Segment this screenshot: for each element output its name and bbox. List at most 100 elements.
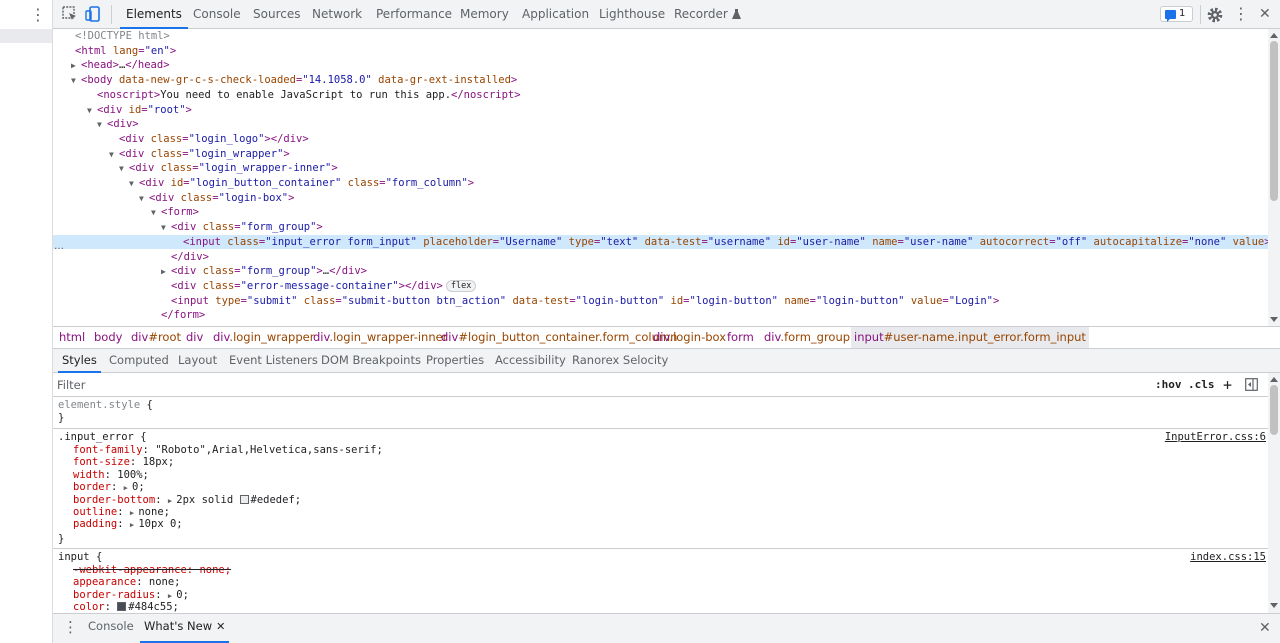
css-prop-name[interactable]: padding <box>73 518 117 530</box>
css-prop-value[interactable]: 0; <box>132 481 145 493</box>
dom-node[interactable]: ▼ <div id="root"> <box>53 103 1268 118</box>
dom-node[interactable]: ▼ <div class="form_group"> <box>53 220 1268 235</box>
toggle-sidebar-icon[interactable] <box>1245 378 1258 391</box>
inspect-element-icon[interactable] <box>61 5 79 23</box>
breadcrumb-item[interactable]: div.login_wrapper <box>210 327 317 348</box>
close-drawer-icon[interactable]: ✕ <box>1259 619 1271 637</box>
dom-scrollbar[interactable] <box>1268 29 1280 326</box>
tab-memory[interactable]: Memory <box>454 0 515 29</box>
dom-node[interactable]: <input class="input_error form_input" pl… <box>53 234 1268 250</box>
css-prop-name[interactable]: width <box>73 469 105 481</box>
tab-recorder[interactable]: Recorder <box>668 0 747 29</box>
expand-triangle-icon[interactable]: ▼ <box>129 177 139 192</box>
css-property[interactable]: width: 100%; <box>73 469 149 481</box>
dom-line-ellipsis[interactable]: … <box>54 241 64 252</box>
tab-network[interactable]: Network <box>306 0 368 29</box>
tab-event-listeners[interactable]: Event Listeners <box>225 349 322 373</box>
css-property[interactable]: border-radius: ▶ 0; <box>73 589 189 601</box>
breadcrumb-item[interactable]: html <box>56 327 88 348</box>
expand-triangle-icon[interactable]: ▼ <box>87 104 97 119</box>
css-prop-value[interactable]: 2px solid <box>176 494 233 506</box>
breadcrumb-item[interactable]: div.login_wrapper-inner <box>310 327 450 348</box>
css-color-value[interactable]: #ededef; <box>251 494 302 506</box>
dom-node[interactable]: ▼ <div class="login_wrapper"> <box>53 147 1268 162</box>
dom-node[interactable]: <noscript>You need to enable JavaScript … <box>53 88 1268 103</box>
css-property[interactable]: border-bottom: ▶ 2px solid #ededef; <box>73 494 301 506</box>
dom-node[interactable]: ▼ <div class="login-box"> <box>53 191 1268 206</box>
tab-application[interactable]: Application <box>516 0 595 29</box>
css-prop-value[interactable]: none; <box>199 564 231 576</box>
expand-triangle-icon[interactable]: ▶ <box>71 59 81 74</box>
hov-toggle-button[interactable]: :hov <box>1155 377 1182 393</box>
new-style-rule-button[interactable]: + <box>1223 377 1232 393</box>
scroll-down-icon[interactable] <box>1270 603 1278 608</box>
expand-shorthand-icon[interactable]: ▶ <box>124 484 132 492</box>
styles-filter-input[interactable] <box>57 376 1137 393</box>
expand-triangle-icon[interactable]: ▶ <box>161 265 171 280</box>
dom-node[interactable]: <!DOCTYPE html> <box>53 29 1268 44</box>
close-tab-icon[interactable]: ✕ <box>216 614 225 639</box>
expand-triangle-icon[interactable]: ▼ <box>119 162 129 177</box>
css-prop-value[interactable]: 0; <box>176 589 189 601</box>
breadcrumb-item[interactable]: div.login-box <box>650 327 729 348</box>
dom-scrollbar-thumb[interactable] <box>1270 41 1278 201</box>
expand-triangle-icon[interactable]: ▼ <box>71 74 81 89</box>
tab-console[interactable]: Console <box>187 0 247 29</box>
breadcrumb-item[interactable]: div#root <box>128 327 184 348</box>
tab-accessibility[interactable]: Accessibility <box>491 349 570 373</box>
css-prop-name[interactable]: color <box>73 601 105 613</box>
drawer-tab-whats-new[interactable]: What's New ✕ <box>140 614 230 643</box>
breadcrumb-item[interactable]: div.form_group <box>761 327 853 348</box>
expand-triangle-icon[interactable]: ▼ <box>97 118 107 133</box>
css-property[interactable]: color: #484c55; <box>73 601 179 613</box>
dom-node[interactable]: <div class="error-message-container"></d… <box>53 279 1268 294</box>
drawer-menu-icon[interactable]: ⋮ <box>63 618 78 636</box>
scroll-down-icon[interactable] <box>1270 317 1278 322</box>
dom-node[interactable]: </form> <box>53 308 1268 323</box>
breadcrumb-item[interactable]: form <box>724 327 757 348</box>
tab-performance[interactable]: Performance <box>370 0 458 29</box>
flex-badge[interactable]: flex <box>445 279 477 292</box>
css-property[interactable]: font-size: 18px; <box>73 456 174 468</box>
device-toolbar-icon[interactable] <box>84 5 102 23</box>
tab-styles[interactable]: Styles <box>58 349 101 373</box>
tab-sources[interactable]: Sources <box>247 0 306 29</box>
dom-node[interactable]: ▼ <div class="login_wrapper-inner"> <box>53 161 1268 176</box>
dom-node[interactable]: <input type="submit" class="submit-butto… <box>53 294 1268 309</box>
tab-dom-breakpoints[interactable]: DOM Breakpoints <box>317 349 425 373</box>
close-icon[interactable]: ✕ <box>1259 5 1271 23</box>
breadcrumb-item[interactable]: div <box>183 327 206 348</box>
dom-node[interactable]: ▼ <div id="login_button_container" class=… <box>53 176 1268 191</box>
breadcrumb-item[interactable]: body <box>91 327 125 348</box>
rule-selector[interactable]: input <box>58 551 90 563</box>
dom-node[interactable]: <div class="login_logo"></div> <box>53 132 1268 147</box>
issues-badge[interactable]: 1 <box>1160 6 1193 22</box>
color-swatch[interactable] <box>239 494 249 504</box>
css-property[interactable]: padding: ▶ 10px 0; <box>73 518 183 530</box>
dom-node[interactable]: <html lang="en"> <box>53 44 1268 59</box>
css-property[interactable]: appearance: none; <box>73 576 180 588</box>
drawer-tab-console[interactable]: Console <box>84 614 138 643</box>
expand-triangle-icon[interactable]: ▼ <box>139 192 149 207</box>
dom-node[interactable]: ▼ <div> <box>53 117 1268 132</box>
tab-lighthouse[interactable]: Lighthouse <box>593 0 671 29</box>
tab-layout[interactable]: Layout <box>174 349 221 373</box>
rule-selector[interactable]: .input_error <box>58 431 134 443</box>
breadcrumb-item[interactable]: input#user-name.input_error.form_input <box>851 327 1089 348</box>
cls-toggle-button[interactable]: .cls <box>1188 377 1215 393</box>
gear-icon[interactable] <box>1206 6 1224 24</box>
tab-ranorex-selocity[interactable]: Ranorex Selocity <box>568 349 672 373</box>
breadcrumb-item[interactable]: div#login_button_container.form_column <box>438 327 680 348</box>
dom-tree[interactable]: <!DOCTYPE html> <html lang="en"> ▶ <head>…<… <box>53 29 1268 326</box>
css-property[interactable]: -webkit-appearance: none; <box>73 564 231 576</box>
tab-computed[interactable]: Computed <box>105 349 173 373</box>
scroll-up-icon[interactable] <box>1270 33 1278 38</box>
css-prop-name[interactable]: font-size <box>73 456 130 468</box>
css-prop-value[interactable]: 100%; <box>117 469 149 481</box>
expand-triangle-icon[interactable]: ▼ <box>109 148 119 163</box>
css-prop-value[interactable]: none; <box>149 576 181 588</box>
rule-source-link[interactable]: InputError.css:6 <box>1165 431 1266 443</box>
css-property[interactable]: font-family: "Roboto",Arial,Helvetica,sa… <box>73 444 383 456</box>
css-property[interactable]: border: ▶ 0; <box>73 481 145 493</box>
dom-node[interactable]: ▶ <div class="form_group">…</div> <box>53 264 1268 279</box>
